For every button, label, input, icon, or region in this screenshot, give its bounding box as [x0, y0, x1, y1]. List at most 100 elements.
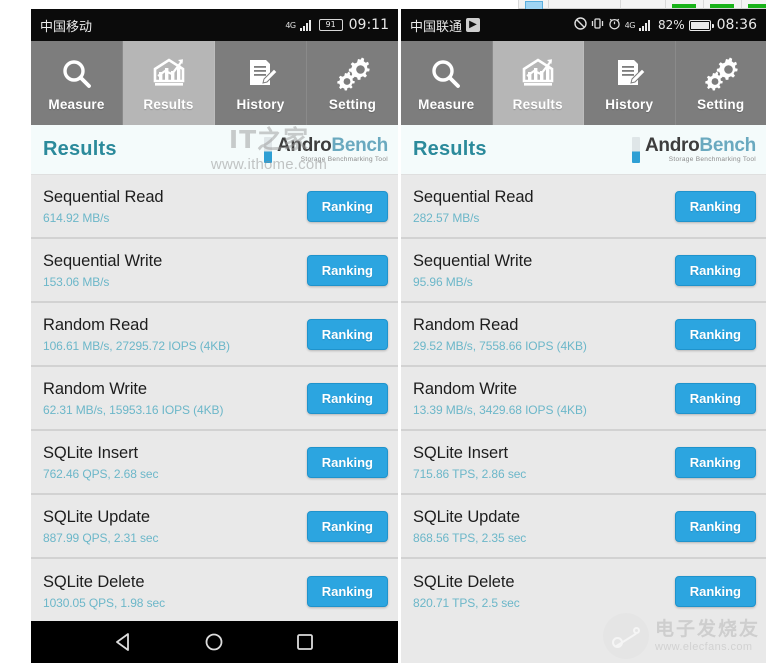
toolbar-sliver-cell[interactable] [548, 0, 620, 9]
result-value: 820.71 TPS, 2.5 sec [413, 595, 520, 610]
result-info: SQLite Insert 715.86 TPS, 2.86 sec [413, 443, 675, 481]
list-item[interactable]: Sequential Read 282.57 MB/s Ranking [401, 175, 766, 239]
bar-chart-icon [151, 54, 187, 94]
brand-name: AndroBench [645, 135, 756, 156]
list-item[interactable]: Sequential Write 153.06 MB/s Ranking [31, 239, 398, 303]
home-circle-icon[interactable] [203, 631, 225, 653]
tab-label: Measure [48, 97, 105, 112]
toolbar-sliver-green-cell[interactable] [741, 0, 766, 9]
ranking-button[interactable]: Ranking [674, 382, 756, 414]
screenshot-stage: 中国移动 4G 91 09:11 Measure Results History… [0, 9, 766, 663]
carrier-badge-icon: ▶ [466, 18, 481, 32]
back-triangle-icon[interactable] [113, 631, 135, 653]
brand-name: AndroBench [277, 135, 388, 156]
tab-setting[interactable]: Setting [676, 41, 766, 125]
page-title: Results [43, 138, 117, 160]
list-item[interactable]: SQLite Insert 762.46 QPS, 2.68 sec Ranki… [31, 431, 398, 495]
toolbar-sliver-cell[interactable] [620, 0, 665, 9]
list-item[interactable]: Random Read 29.52 MB/s, 7558.66 IOPS (4K… [401, 303, 766, 367]
result-value: 95.96 MB/s [413, 274, 473, 289]
result-name: Sequential Read [43, 188, 164, 207]
ranking-button[interactable]: Ranking [674, 510, 756, 542]
list-item[interactable]: SQLite Delete 820.71 TPS, 2.5 sec Rankin… [401, 559, 766, 623]
ranking-button[interactable]: Ranking [306, 446, 388, 478]
ranking-button[interactable]: Ranking [674, 446, 756, 478]
tab-measure[interactable]: Measure [401, 41, 493, 125]
ranking-button[interactable]: Ranking [674, 254, 756, 286]
clock-label: 09:11 [348, 17, 389, 33]
result-name: Random Read [43, 316, 149, 335]
toolbar-sliver-blue-cell[interactable] [518, 0, 548, 9]
tab-history[interactable]: History [215, 41, 307, 125]
result-info: SQLite Delete 820.71 TPS, 2.5 sec [413, 572, 675, 610]
result-info: Random Write 62.31 MB/s, 15953.16 IOPS (… [43, 379, 307, 417]
brand-mark-icon [263, 136, 272, 163]
magnifier-icon [429, 54, 463, 94]
result-value: 1030.05 QPS, 1.98 sec [43, 595, 165, 610]
battery-icon [688, 19, 714, 31]
tab-measure[interactable]: Measure [31, 41, 123, 125]
tab-results[interactable]: Results [492, 41, 584, 125]
ranking-button[interactable]: Ranking [306, 510, 388, 542]
result-value: 13.39 MB/s, 3429.68 IOPS (4KB) [413, 402, 587, 417]
tab-label: History [605, 97, 654, 112]
tab-setting[interactable]: Setting [307, 41, 398, 125]
brand-name-part-b: Bench [699, 134, 756, 156]
tab-bar: Measure Results History Setting [401, 41, 766, 125]
ranking-button[interactable]: Ranking [674, 318, 756, 350]
result-name: Sequential Read [413, 188, 534, 207]
result-value: 762.46 QPS, 2.68 sec [43, 466, 159, 481]
result-name: Random Write [43, 380, 147, 399]
status-bar: 中国移动 4G 91 09:11 [31, 9, 398, 41]
result-info: Sequential Write 95.96 MB/s [413, 251, 675, 289]
ranking-button[interactable]: Ranking [306, 318, 388, 350]
result-value: 282.57 MB/s [413, 210, 480, 225]
result-value: 62.31 MB/s, 15953.16 IOPS (4KB) [43, 402, 224, 417]
magnifier-icon [60, 54, 94, 94]
tab-results[interactable]: Results [123, 41, 215, 125]
list-item[interactable]: SQLite Delete 1030.05 QPS, 1.98 sec Rank… [31, 559, 398, 621]
androbench-logo: AndroBench Storage Benchmarking Tool [631, 135, 756, 164]
result-value: 153.06 MB/s [43, 274, 110, 289]
battery-percent-label: 82% [657, 18, 685, 32]
result-name: SQLite Delete [413, 573, 515, 592]
result-info: SQLite Update 868.56 TPS, 2.35 sec [413, 507, 675, 545]
list-item[interactable]: SQLite Update 868.56 TPS, 2.35 sec Ranki… [401, 495, 766, 559]
brand-name-part-b: Bench [331, 134, 388, 156]
ranking-button[interactable]: Ranking [306, 382, 388, 414]
toolbar-sliver-green-cell[interactable] [665, 0, 703, 9]
result-info: SQLite Delete 1030.05 QPS, 1.98 sec [43, 572, 307, 610]
bar-chart-icon [520, 54, 556, 94]
status-icons: 4G 91 09:11 [285, 17, 389, 33]
document-edit-icon [612, 54, 646, 94]
brand-name-part-a: Andro [644, 134, 700, 156]
toolbar-sliver-green-cell[interactable] [703, 0, 741, 9]
result-value: 106.61 MB/s, 27295.72 IOPS (4KB) [43, 338, 230, 353]
result-value: 715.86 TPS, 2.86 sec [413, 466, 527, 481]
recents-square-icon[interactable] [294, 631, 316, 653]
list-item[interactable]: SQLite Insert 715.86 TPS, 2.86 sec Ranki… [401, 431, 766, 495]
list-item[interactable]: Random Read 106.61 MB/s, 27295.72 IOPS (… [31, 303, 398, 367]
ranking-button[interactable]: Ranking [306, 190, 388, 222]
ranking-button[interactable]: Ranking [674, 575, 756, 607]
list-item[interactable]: Sequential Write 95.96 MB/s Ranking [401, 239, 766, 303]
result-value: 887.99 QPS, 2.31 sec [43, 530, 159, 545]
alarm-clock-icon [608, 17, 621, 33]
ranking-button[interactable]: Ranking [306, 254, 388, 286]
tab-bar: Measure Results History Setting [31, 41, 398, 125]
ranking-button[interactable]: Ranking [306, 575, 388, 607]
status-bar: 中国联通 ▶ 4G 82% 08:36 [401, 9, 766, 41]
ranking-button[interactable]: Ranking [674, 190, 756, 222]
result-info: Random Read 29.52 MB/s, 7558.66 IOPS (4K… [413, 315, 675, 353]
network-type-icon: 4G [624, 20, 636, 30]
list-item[interactable]: Random Write 62.31 MB/s, 15953.16 IOPS (… [31, 367, 398, 431]
results-list: Sequential Read 282.57 MB/s Ranking Sequ… [401, 175, 766, 663]
list-item[interactable]: SQLite Update 887.99 QPS, 2.31 sec Ranki… [31, 495, 398, 559]
result-info: Sequential Read 282.57 MB/s [413, 187, 675, 225]
result-name: SQLite Insert [43, 444, 138, 463]
tab-history[interactable]: History [584, 41, 676, 125]
phone-screenshot-right: 中国联通 ▶ 4G 82% 08:36 Measure Results Hist… [401, 9, 766, 663]
list-item[interactable]: Random Write 13.39 MB/s, 3429.68 IOPS (4… [401, 367, 766, 431]
result-name: SQLite Update [43, 508, 150, 527]
list-item[interactable]: Sequential Read 614.92 MB/s Ranking [31, 175, 398, 239]
